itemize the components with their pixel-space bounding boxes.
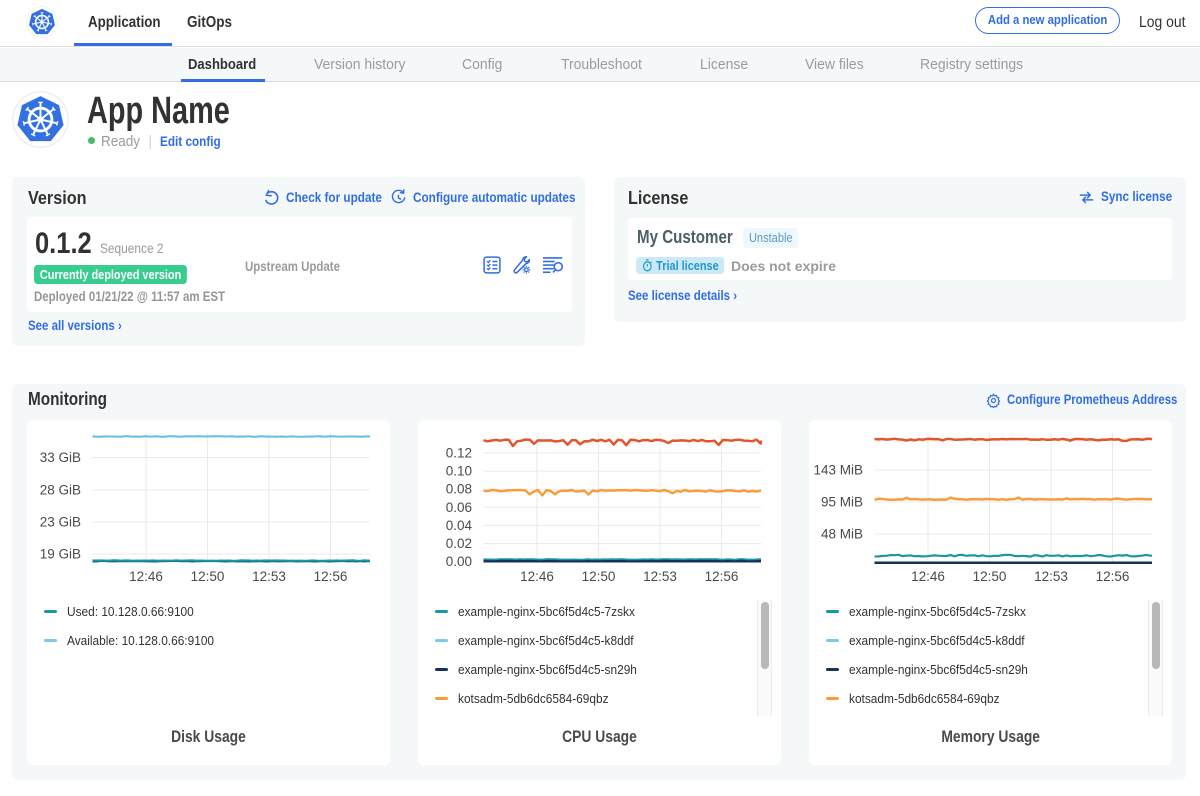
svg-text:12:56: 12:56 <box>705 569 739 584</box>
svg-text:19 GiB: 19 GiB <box>40 547 81 562</box>
svg-text:143 MiB: 143 MiB <box>813 463 863 478</box>
svg-text:12:56: 12:56 <box>314 569 348 584</box>
svg-text:48 MiB: 48 MiB <box>821 527 863 542</box>
svg-text:0.00: 0.00 <box>446 554 472 569</box>
svg-text:95 MiB: 95 MiB <box>821 495 863 510</box>
svg-text:0.10: 0.10 <box>446 464 472 479</box>
svg-text:0.02: 0.02 <box>446 536 472 551</box>
svg-text:0.08: 0.08 <box>446 482 472 497</box>
svg-text:23 GiB: 23 GiB <box>40 515 81 530</box>
svg-text:12:46: 12:46 <box>520 569 554 584</box>
svg-text:12:53: 12:53 <box>252 569 286 584</box>
svg-text:12:50: 12:50 <box>191 569 225 584</box>
svg-text:0.12: 0.12 <box>446 446 472 461</box>
svg-text:12:50: 12:50 <box>973 569 1007 584</box>
svg-text:12:46: 12:46 <box>129 569 163 584</box>
svg-text:28 GiB: 28 GiB <box>40 483 81 498</box>
svg-text:0.04: 0.04 <box>446 518 473 533</box>
svg-text:33 GiB: 33 GiB <box>40 450 81 465</box>
svg-text:12:53: 12:53 <box>643 569 677 584</box>
svg-text:12:50: 12:50 <box>582 569 616 584</box>
svg-text:12:56: 12:56 <box>1096 569 1130 584</box>
svg-text:0.06: 0.06 <box>446 500 472 515</box>
svg-text:12:46: 12:46 <box>911 569 945 584</box>
svg-text:12:53: 12:53 <box>1034 569 1068 584</box>
